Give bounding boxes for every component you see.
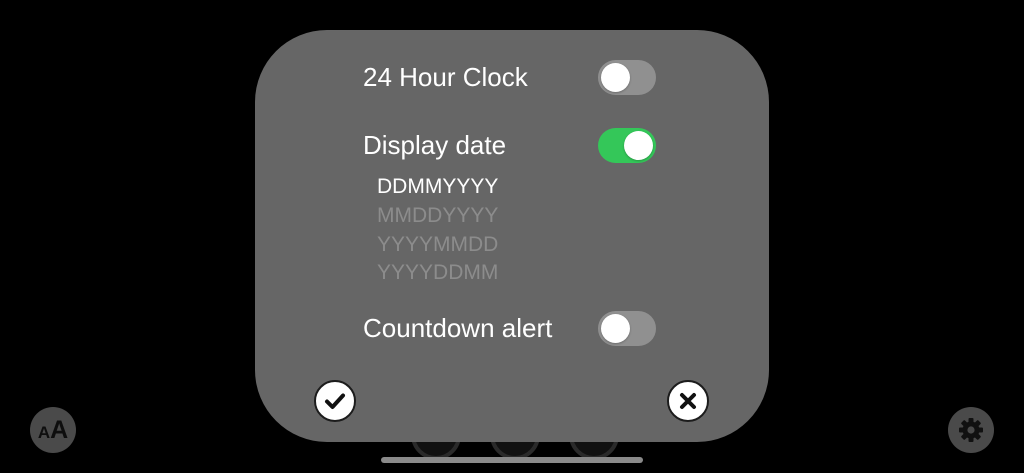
toggle-knob — [601, 314, 630, 343]
date-format-option[interactable]: YYYYMMDD — [377, 233, 498, 257]
font-size-button[interactable]: AA — [30, 407, 76, 453]
countdown-alert-label: Countdown alert — [363, 313, 553, 343]
cancel-button[interactable] — [667, 380, 709, 422]
checkmark-icon — [325, 393, 345, 409]
date-format-option[interactable]: MMDDYYYY — [377, 204, 498, 228]
clock24-toggle[interactable] — [598, 60, 656, 95]
date-format-option[interactable]: DDMMYYYY — [377, 175, 498, 199]
settings-button[interactable] — [948, 407, 994, 453]
close-icon — [680, 393, 696, 409]
display-date-toggle[interactable] — [598, 128, 656, 163]
toggle-knob — [624, 131, 653, 160]
home-indicator[interactable] — [381, 457, 643, 463]
confirm-button[interactable] — [314, 380, 356, 422]
gear-icon — [959, 418, 983, 442]
countdown-alert-toggle[interactable] — [598, 311, 656, 346]
date-format-option[interactable]: YYYYDDMM — [377, 261, 498, 285]
app-screen: 24 Hour Clock Display date DDMMYYYY MMDD… — [0, 0, 1024, 473]
toggle-knob — [601, 63, 630, 92]
text-size-icon: AA — [37, 415, 69, 444]
display-date-label: Display date — [363, 130, 507, 160]
clock24-label: 24 Hour Clock — [363, 62, 528, 92]
settings-panel: 24 Hour Clock Display date DDMMYYYY MMDD… — [255, 30, 769, 442]
